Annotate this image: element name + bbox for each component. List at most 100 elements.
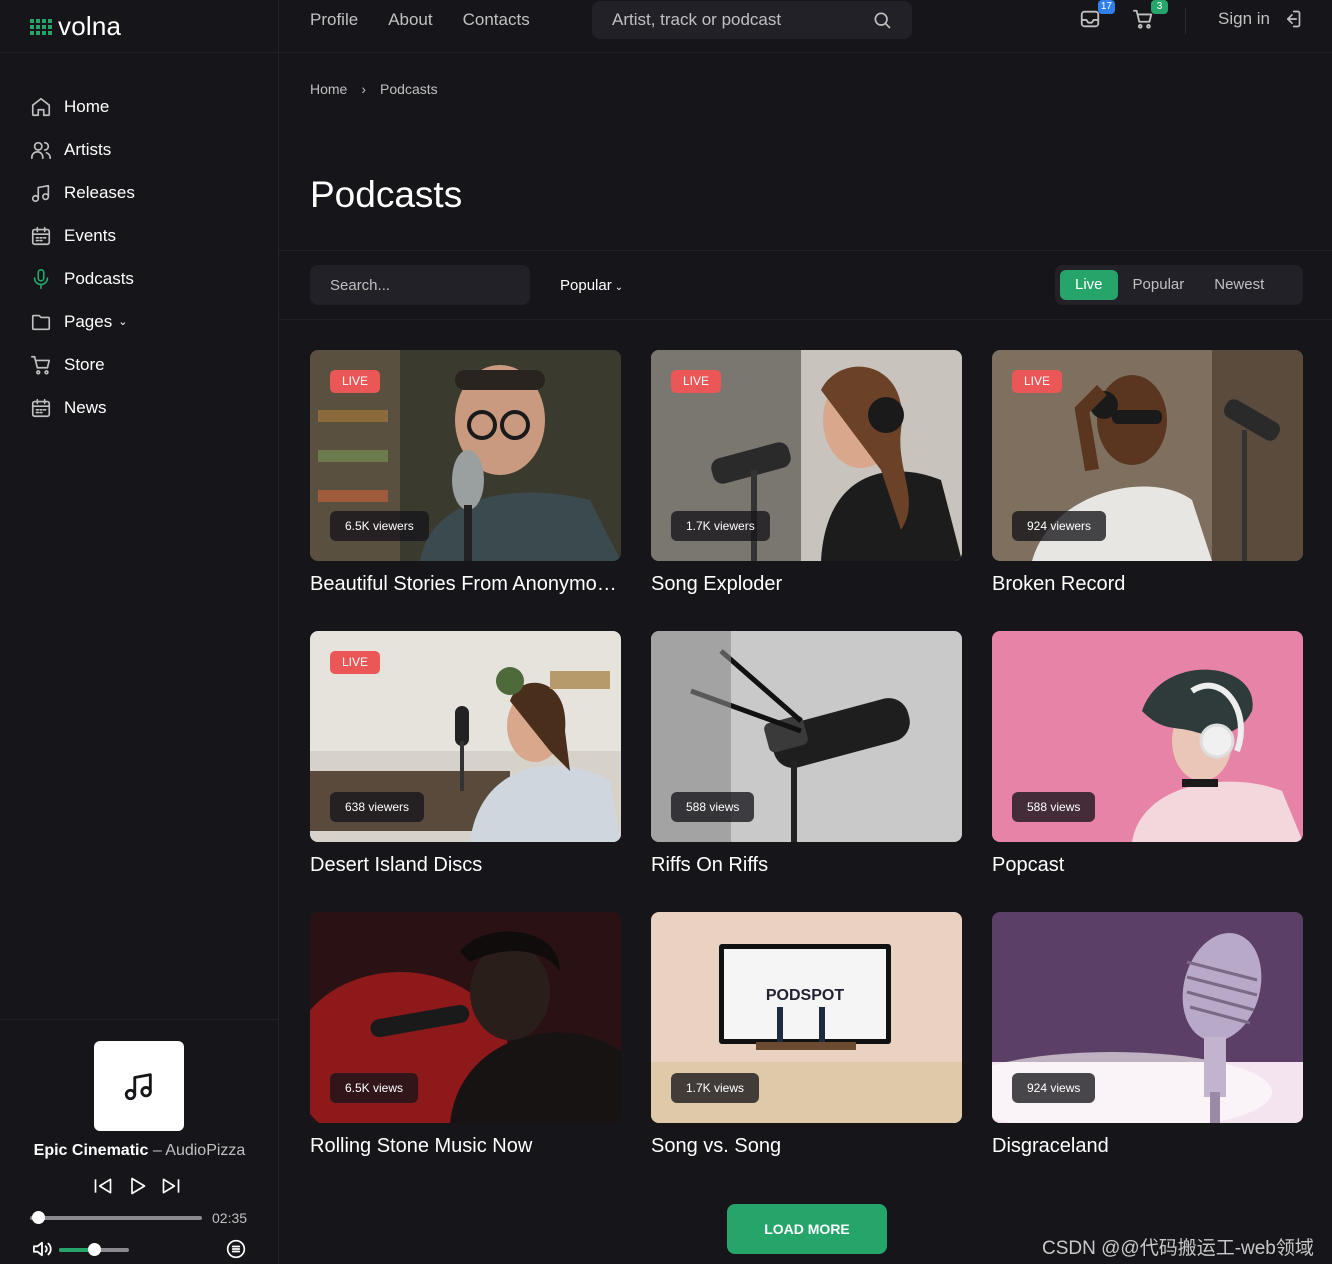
play-button[interactable] xyxy=(127,1176,147,1196)
tab-popular[interactable]: Popular xyxy=(1118,270,1200,300)
sign-in-button[interactable]: Sign in xyxy=(1218,8,1302,30)
track-artist: AudioPizza xyxy=(165,1142,246,1159)
calendar-icon xyxy=(30,397,52,419)
podcast-title[interactable]: Riffs On Riffs xyxy=(651,854,962,877)
next-button[interactable] xyxy=(161,1176,181,1196)
cart-icon xyxy=(30,354,52,376)
track-time: 02:35 xyxy=(212,1210,248,1226)
podcast-thumbnail[interactable]: LIVE 1.7K viewers xyxy=(651,350,962,561)
sidebar-item-releases[interactable]: Releases xyxy=(0,171,278,214)
search-icon[interactable] xyxy=(872,10,892,30)
sidebar-item-pages[interactable]: Pages ⌄ xyxy=(0,300,278,343)
tab-live[interactable]: Live xyxy=(1060,270,1118,300)
podcast-thumbnail[interactable]: LIVE 924 viewers xyxy=(992,350,1303,561)
music-note-icon xyxy=(30,182,52,204)
svg-text:PODSPOT: PODSPOT xyxy=(766,987,844,1004)
viewer-count: 588 views xyxy=(1012,792,1096,822)
volume-handle[interactable] xyxy=(88,1243,101,1256)
cart-count-badge: 3 xyxy=(1151,0,1168,14)
podcast-thumbnail[interactable]: LIVE 638 viewers xyxy=(310,631,621,842)
sign-in-icon xyxy=(1286,10,1301,28)
podcast-title[interactable]: Broken Record xyxy=(992,573,1303,596)
sidebar-item-podcasts[interactable]: Podcasts xyxy=(0,257,278,300)
top-nav: Profile About Contacts xyxy=(310,10,530,30)
cart-button[interactable]: 3 xyxy=(1132,0,1168,34)
sidebar-item-store[interactable]: Store xyxy=(0,343,278,386)
podcast-title[interactable]: Song vs. Song xyxy=(651,1135,962,1158)
podcast-title[interactable]: Beautiful Stories From Anonymous People xyxy=(310,573,621,596)
inbox-button[interactable]: 17 xyxy=(1079,0,1115,34)
progress-handle[interactable] xyxy=(32,1211,46,1224)
breadcrumb: Home › Podcasts xyxy=(310,81,438,97)
podcast-thumbnail[interactable]: 924 views xyxy=(992,912,1303,1123)
logo-text: volna xyxy=(58,10,122,41)
chevron-down-icon: ⌄ xyxy=(118,316,128,328)
podcast-card[interactable]: LIVE 6.5K viewers Beautiful Stories From A… xyxy=(310,350,621,605)
sidebar-item-label: Artists xyxy=(64,139,112,159)
nav-link-contacts[interactable]: Contacts xyxy=(463,10,530,30)
podcast-card[interactable]: 6.5K views Rolling Stone Music Now xyxy=(310,912,621,1167)
live-badge: LIVE xyxy=(1012,370,1063,393)
sidebar-item-label: Pages xyxy=(64,311,113,331)
podcast-card[interactable]: 588 views Riffs On Riffs xyxy=(651,631,962,886)
playlist-button[interactable] xyxy=(226,1239,246,1259)
viewer-count: 638 viewers xyxy=(330,792,425,822)
podcast-title[interactable]: Song Exploder xyxy=(651,573,962,596)
sidebar-item-artists[interactable]: Artists xyxy=(0,128,278,171)
podcast-card[interactable]: LIVE 924 viewers Broken Record xyxy=(992,350,1303,605)
home-icon xyxy=(30,96,52,118)
podcast-thumbnail[interactable]: PODSPOT 1.7K views xyxy=(651,912,962,1123)
calendar-icon xyxy=(30,225,52,247)
sort-dropdown[interactable]: Popular ⌄ xyxy=(560,277,623,294)
track-progress-slider[interactable] xyxy=(30,1211,202,1224)
viewer-count: 6.5K viewers xyxy=(330,511,429,541)
podcast-title[interactable]: Disgraceland xyxy=(992,1135,1303,1158)
sidebar-item-events[interactable]: Events xyxy=(0,214,278,257)
track-separator: – xyxy=(152,1142,162,1159)
sidebar-item-label: Releases xyxy=(64,182,135,202)
tab-newest[interactable]: Newest xyxy=(1199,270,1279,300)
podcast-thumbnail[interactable]: 588 views xyxy=(651,631,962,842)
podcast-search-input[interactable] xyxy=(330,276,529,294)
podcast-thumbnail[interactable]: 6.5K views xyxy=(310,912,621,1123)
podcast-search xyxy=(310,265,530,305)
viewer-count: 6.5K views xyxy=(330,1073,419,1103)
podcast-card[interactable]: 924 views Disgraceland xyxy=(992,912,1303,1167)
chevron-down-icon: ⌄ xyxy=(614,282,624,293)
sidebar-item-home[interactable]: Home xyxy=(0,85,278,128)
podcast-title[interactable]: Rolling Stone Music Now xyxy=(310,1135,621,1158)
viewer-count: 588 views xyxy=(671,792,755,822)
sidebar-item-label: News xyxy=(64,397,107,417)
podcast-title[interactable]: Popcast xyxy=(992,854,1303,877)
viewer-count: 1.7K viewers xyxy=(671,511,770,541)
podcast-thumbnail[interactable]: LIVE 6.5K viewers xyxy=(310,350,621,561)
volume-slider[interactable] xyxy=(59,1243,129,1256)
logo[interactable]: volna xyxy=(0,0,278,53)
skip-forward-icon xyxy=(162,1178,180,1194)
sidebar-item-label: Events xyxy=(64,225,116,245)
sidebar-item-label: Home xyxy=(64,96,110,116)
podcast-title[interactable]: Desert Island Discs xyxy=(310,854,621,877)
podcast-card[interactable]: PODSPOT 1.7K views Song vs. Song xyxy=(651,912,962,1167)
sidebar-item-news[interactable]: News xyxy=(0,386,278,429)
live-badge: LIVE xyxy=(330,651,381,674)
track-title: Epic Cinematic xyxy=(33,1142,149,1159)
page-title: Podcasts xyxy=(310,174,463,215)
playlist-icon xyxy=(226,1239,246,1259)
breadcrumb-home[interactable]: Home xyxy=(310,81,347,97)
podcast-card[interactable]: LIVE 638 viewers Desert Island Discs xyxy=(310,631,621,886)
nav-link-about[interactable]: About xyxy=(388,10,432,30)
previous-button[interactable] xyxy=(93,1176,113,1196)
header-search-input[interactable] xyxy=(612,10,872,30)
filter-tabs: Live Popular Newest xyxy=(1055,265,1303,305)
users-icon xyxy=(30,139,52,161)
sign-in-label: Sign in xyxy=(1218,9,1270,28)
load-more-button[interactable]: LOAD MORE xyxy=(727,1204,887,1254)
podcast-card[interactable]: 588 views Popcast xyxy=(992,631,1303,886)
podcast-thumbnail[interactable]: 588 views xyxy=(992,631,1303,842)
volume-button[interactable] xyxy=(31,1240,53,1258)
podcast-card[interactable]: LIVE 1.7K viewers Song Exploder xyxy=(651,350,962,605)
sidebar: volna Home Artists Releases Events Podcasts P… xyxy=(0,0,279,1264)
nav-link-profile[interactable]: Profile xyxy=(310,10,358,30)
sort-dropdown-label: Popular xyxy=(560,277,612,294)
